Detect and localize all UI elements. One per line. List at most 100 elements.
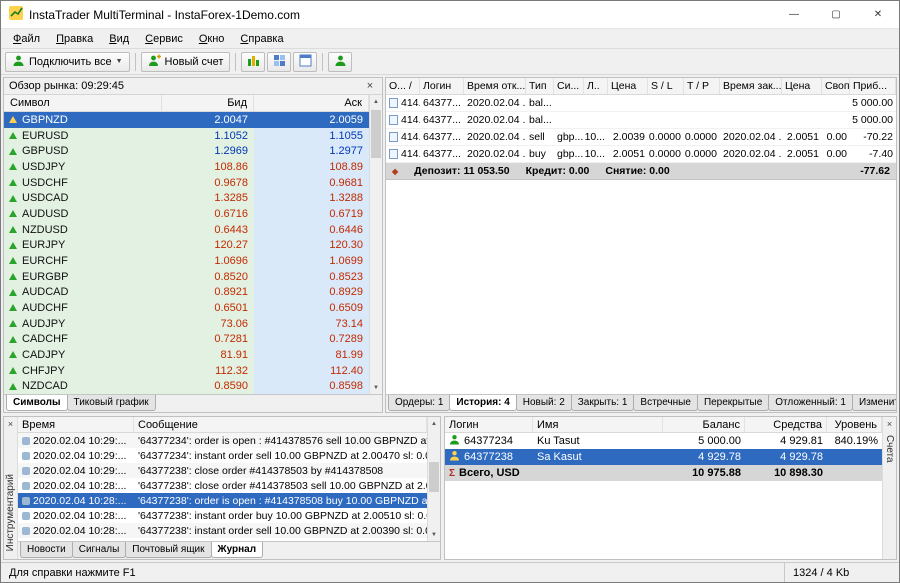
column-message[interactable]: Сообщение xyxy=(134,417,427,432)
market-row[interactable]: EURGBP0.85200.8523 xyxy=(4,269,369,285)
log-row[interactable]: 2020.02.04 10:29:...'64377234': instant … xyxy=(18,448,427,463)
column-price[interactable]: Цена xyxy=(608,78,648,94)
column-login[interactable]: Логин xyxy=(445,417,533,432)
close-panel-icon[interactable]: × xyxy=(887,419,892,429)
maximize-button[interactable]: ▢ xyxy=(815,1,857,28)
close-panel-icon[interactable]: × xyxy=(8,419,13,429)
tile-windows-button[interactable] xyxy=(267,52,291,72)
tab-journal[interactable]: Журнал xyxy=(211,542,264,558)
order-row[interactable]: 414..64377...2020.02.04 ...bal...5 000.0… xyxy=(386,95,896,112)
market-row[interactable]: CADCHF0.72810.7289 xyxy=(4,331,369,347)
tab-history[interactable]: История: 4 xyxy=(449,395,516,411)
order-row[interactable]: 414..64377...2020.02.04 ...bal...5 000.0… xyxy=(386,112,896,129)
tab-close[interactable]: Закрыть: 1 xyxy=(571,395,635,411)
account-row[interactable]: 64377238 Sa Kasut 4 929.78 4 929.78 xyxy=(445,449,882,465)
minimize-button[interactable]: — xyxy=(773,1,815,28)
toolbox-caption: Инструментарий xyxy=(5,474,16,551)
column-sl[interactable]: S / L xyxy=(648,78,684,94)
market-row[interactable]: EURUSD1.10521.1055 xyxy=(4,128,369,144)
market-row[interactable]: GBPUSD1.29691.2977 xyxy=(4,143,369,159)
accounts-button[interactable] xyxy=(328,52,352,72)
chart-button[interactable] xyxy=(241,52,265,72)
layout-button[interactable] xyxy=(293,52,317,72)
market-row[interactable]: GBPNZD2.00472.0059 xyxy=(4,112,369,128)
column-level[interactable]: Уровень xyxy=(827,417,882,432)
close-panel-icon[interactable]: × xyxy=(363,80,377,92)
log-row[interactable]: 2020.02.04 10:28:...'64377238': order is… xyxy=(18,493,427,508)
scroll-down-icon[interactable]: ▼ xyxy=(428,528,440,541)
bid-value: 0.6501 xyxy=(162,300,254,316)
app-icon xyxy=(9,6,23,23)
column-close-price[interactable]: Цена xyxy=(782,78,822,94)
market-watch-panel: Обзор рынка: 09:29:45 × Символ Бид Аск G… xyxy=(3,77,383,413)
menu-view[interactable]: Вид xyxy=(101,31,137,47)
column-symbol[interactable]: Си... xyxy=(554,78,584,94)
toolbar-separator xyxy=(135,53,136,71)
market-row[interactable]: CADJPY81.9181.99 xyxy=(4,347,369,363)
scroll-up-icon[interactable]: ▲ xyxy=(370,95,382,108)
market-row[interactable]: AUDJPY73.0673.14 xyxy=(4,316,369,332)
market-row[interactable]: EURJPY120.27120.30 xyxy=(4,237,369,253)
column-equity[interactable]: Средства xyxy=(745,417,827,432)
column-tp[interactable]: T / P xyxy=(684,78,720,94)
market-row[interactable]: USDCAD1.32851.3288 xyxy=(4,190,369,206)
column-login[interactable]: Логин xyxy=(420,78,464,94)
tab-mailbox[interactable]: Почтовый ящик xyxy=(125,542,211,558)
column-swap[interactable]: Своп xyxy=(822,78,850,94)
tab-symbols[interactable]: Символы xyxy=(6,395,68,411)
tab-news[interactable]: Новости xyxy=(20,542,73,558)
scroll-up-icon[interactable]: ▲ xyxy=(428,417,440,430)
log-row[interactable]: 2020.02.04 10:29:...'64377234': order is… xyxy=(18,433,427,448)
menu-service[interactable]: Сервис xyxy=(137,31,191,47)
menu-help[interactable]: Справка xyxy=(232,31,291,47)
order-row[interactable]: 414..64377...2020.02.04 ...sellgbp...10.… xyxy=(386,129,896,146)
account-row[interactable]: 64377234 Ku Tasut 5 000.00 4 929.81 840.… xyxy=(445,433,882,449)
column-time[interactable]: Время xyxy=(18,417,134,432)
log-row[interactable]: 2020.02.04 10:28:...'64377238': close or… xyxy=(18,478,427,493)
tab-orders[interactable]: Ордеры: 1 xyxy=(388,395,450,411)
column-ask[interactable]: Аск xyxy=(254,95,369,111)
tab-modify[interactable]: Изменить: 1 xyxy=(852,395,897,411)
market-row[interactable]: EURCHF1.06961.0699 xyxy=(4,253,369,269)
market-row[interactable]: AUDCHF0.65010.6509 xyxy=(4,300,369,316)
tab-signals[interactable]: Сигналы xyxy=(72,542,127,558)
connect-all-button[interactable]: Подключить все ▼ xyxy=(5,52,130,72)
scroll-down-icon[interactable]: ▼ xyxy=(370,381,382,394)
tab-close-by[interactable]: Встречные xyxy=(633,395,698,411)
column-symbol[interactable]: Символ xyxy=(4,95,162,111)
log-row[interactable]: 2020.02.04 10:28:...'64377238': instant … xyxy=(18,523,427,538)
tab-tick-chart[interactable]: Тиковый график xyxy=(67,395,156,411)
tab-new[interactable]: Новый: 2 xyxy=(516,395,572,411)
menu-window[interactable]: Окно xyxy=(191,31,233,47)
close-button[interactable]: ✕ xyxy=(857,1,899,28)
menu-edit[interactable]: Правка xyxy=(48,31,101,47)
ask-value: 0.6446 xyxy=(254,222,369,238)
new-account-button[interactable]: Новый счет xyxy=(141,52,231,72)
tab-multiple-close-by[interactable]: Перекрытые xyxy=(697,395,769,411)
column-type[interactable]: Тип xyxy=(526,78,554,94)
column-profit[interactable]: Приб... xyxy=(850,78,896,94)
column-close-time[interactable]: Время зак... xyxy=(720,78,782,94)
column-name[interactable]: Имя xyxy=(533,417,663,432)
scroll-thumb[interactable] xyxy=(429,462,439,492)
column-lots[interactable]: Л.. xyxy=(584,78,608,94)
menu-file[interactable]: Файл xyxy=(5,31,48,47)
log-row[interactable]: 2020.02.04 10:28:...'64377238': instant … xyxy=(18,508,427,523)
market-row[interactable]: NZDUSD0.64430.6446 xyxy=(4,222,369,238)
log-row[interactable]: 2020.02.04 10:29:...'64377238': close or… xyxy=(18,463,427,478)
market-watch-scrollbar[interactable]: ▲ ▼ xyxy=(369,95,382,394)
tab-pending[interactable]: Отложенный: 1 xyxy=(768,395,853,411)
column-order[interactable]: О... / xyxy=(386,78,420,94)
journal-scrollbar[interactable]: ▲ ▼ xyxy=(427,417,440,541)
market-row[interactable]: USDJPY108.86108.89 xyxy=(4,159,369,175)
market-row[interactable]: NZDCAD0.85900.8598 xyxy=(4,378,369,394)
market-row[interactable]: AUDCAD0.89210.8929 xyxy=(4,284,369,300)
order-row[interactable]: 414..64377...2020.02.04 ...buygbp...10..… xyxy=(386,146,896,163)
column-balance[interactable]: Баланс xyxy=(663,417,745,432)
column-bid[interactable]: Бид xyxy=(162,95,254,111)
market-row[interactable]: CHFJPY112.32112.40 xyxy=(4,363,369,379)
market-row[interactable]: AUDUSD0.67160.6719 xyxy=(4,206,369,222)
column-open-time[interactable]: Время отк... xyxy=(464,78,526,94)
scroll-thumb[interactable] xyxy=(371,110,381,158)
market-row[interactable]: USDCHF0.96780.9681 xyxy=(4,175,369,191)
